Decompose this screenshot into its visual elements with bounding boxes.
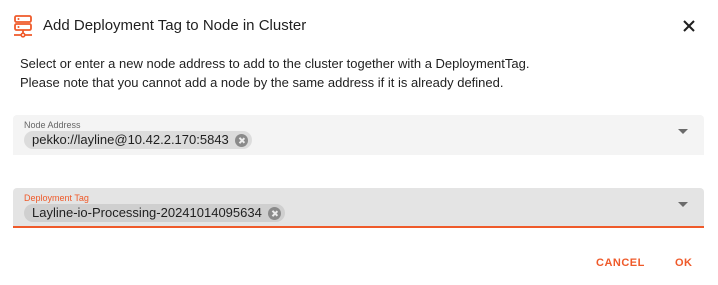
dialog-description-line-1: Select or enter a new node address to ad… <box>20 56 530 71</box>
dropdown-arrow-icon[interactable] <box>678 202 688 207</box>
dialog-title: Add Deployment Tag to Node in Cluster <box>43 17 307 34</box>
node-address-label: Node Address <box>24 120 81 130</box>
deployment-tag-select[interactable]: Deployment Tag Layline-io-Processing-202… <box>13 188 704 228</box>
node-address-chip: pekko://layline@10.42.2.170:5843 <box>24 131 252 149</box>
add-deployment-tag-dialog: Add Deployment Tag to Node in Cluster Se… <box>0 0 718 285</box>
node-address-select[interactable]: Node Address pekko://layline@10.42.2.170… <box>13 115 704 155</box>
close-icon[interactable] <box>675 12 703 40</box>
chip-remove-icon[interactable] <box>267 206 281 220</box>
dropdown-arrow-icon[interactable] <box>678 129 688 134</box>
server-icon <box>12 14 34 38</box>
ok-button[interactable]: OK <box>667 252 701 274</box>
deployment-tag-label: Deployment Tag <box>24 193 89 203</box>
deployment-tag-chip: Layline-io-Processing-20241014095634 <box>24 204 285 222</box>
node-address-chip-text: pekko://layline@10.42.2.170:5843 <box>32 132 229 147</box>
deployment-tag-chip-text: Layline-io-Processing-20241014095634 <box>32 205 262 220</box>
dialog-description-line-2: Please note that you cannot add a node b… <box>20 75 504 90</box>
cancel-button[interactable]: CANCEL <box>588 252 653 274</box>
chip-remove-icon[interactable] <box>234 133 248 147</box>
dialog-title-bar: Add Deployment Tag to Node in Cluster <box>0 0 718 52</box>
